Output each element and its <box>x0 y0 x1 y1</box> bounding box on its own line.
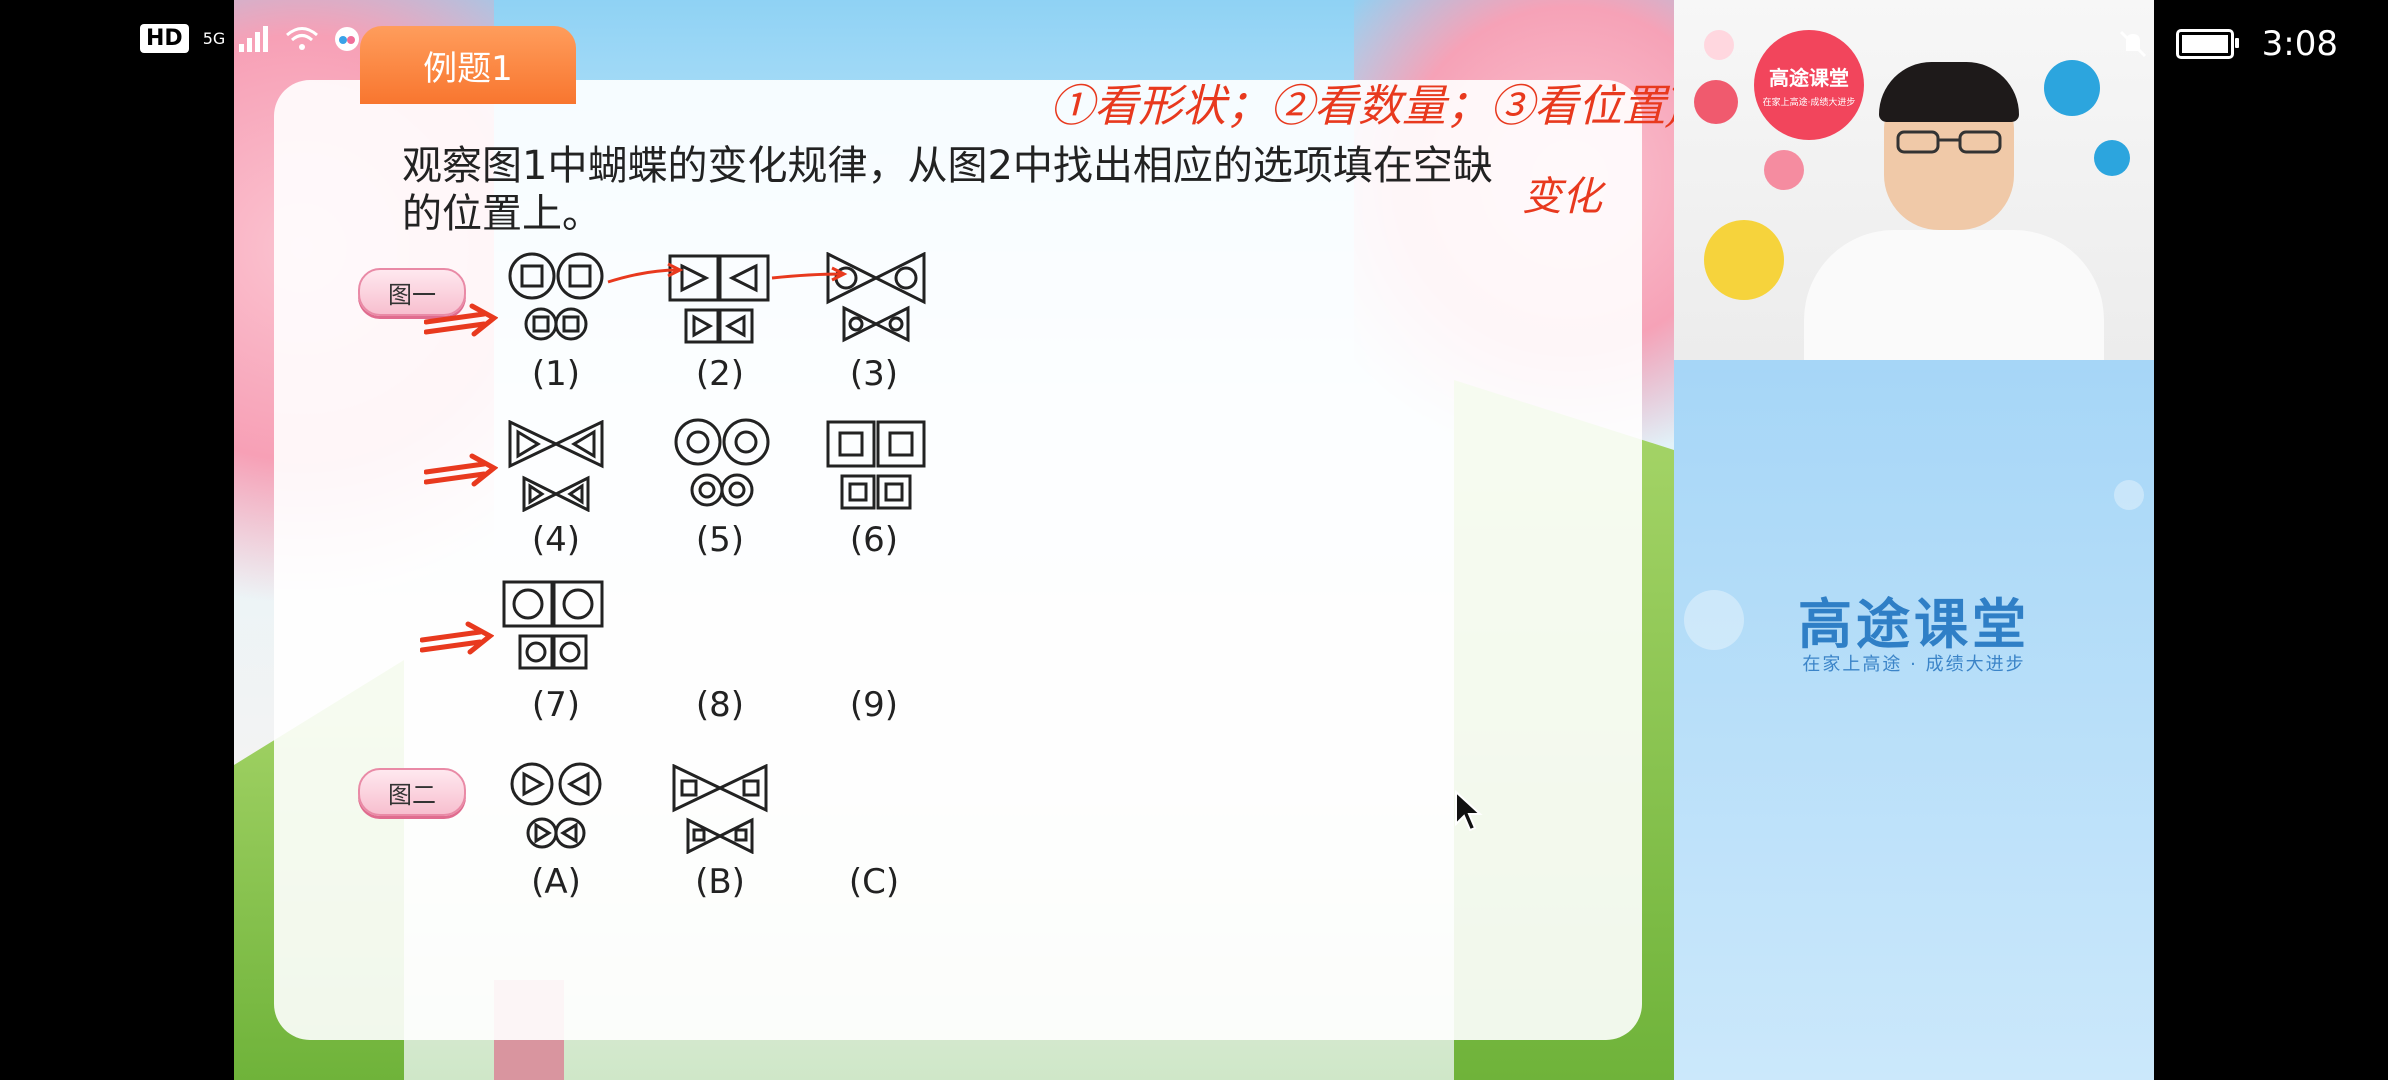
decor-bubble <box>2114 480 2144 510</box>
grid-label-9: (9) <box>849 685 899 725</box>
annotation-arrow-1-to-2 <box>607 262 684 284</box>
figure-7 <box>502 580 604 670</box>
signal-icon <box>239 25 269 52</box>
figure-1 <box>508 252 604 341</box>
wifi-icon <box>286 26 319 50</box>
grid-label-6: (6) <box>849 520 899 560</box>
annotation-arrow-3 <box>420 621 494 655</box>
figure2-label: 图二 <box>358 768 466 816</box>
figure-5 <box>674 418 770 507</box>
teacher-hair <box>1879 62 2019 122</box>
grid-label-4: (4) <box>531 520 581 560</box>
brand-panel: 高途课堂 在家上高途 · 成绩大进步 <box>1674 360 2154 1080</box>
grid-label-7: (7) <box>531 685 581 725</box>
option-label-c: (C) <box>848 862 900 902</box>
teacher-video[interactable]: 高途课堂 在家上高途·成绩大进步 <box>1674 0 2154 360</box>
annotation-arrow-2 <box>424 453 498 487</box>
network-type: 5G <box>202 28 226 48</box>
option-a-figure <box>510 762 602 849</box>
logo-text: 高途课堂 <box>1769 66 1849 90</box>
battery-icon <box>2175 29 2239 59</box>
decor-bubble <box>2094 140 2130 176</box>
grid-label-8: (8) <box>695 685 745 725</box>
annotation-arrow-2-to-3 <box>771 266 848 282</box>
app-notification-icon <box>335 26 360 51</box>
status-left: HD 5G <box>140 24 361 53</box>
lesson-slide: 例题1 观察图1中蝴蝶的变化规律，从图2中找出相应的选项填在空缺的位置上。 图一… <box>234 0 1674 1080</box>
decor-bubble <box>2044 60 2100 116</box>
pikachu-figure <box>1704 220 1784 300</box>
option-label-a: (A) <box>531 862 581 902</box>
decor-bubble <box>1704 30 1734 60</box>
brand-logo: 高途课堂 在家上高途·成绩大进步 <box>1754 30 1864 140</box>
clock: 3:08 <box>2261 24 2338 64</box>
grid-label-2: (2) <box>695 354 745 394</box>
grid-label-3: (3) <box>849 354 899 394</box>
logo-subtext: 在家上高途·成绩大进步 <box>1762 98 1856 108</box>
mouse-cursor-icon <box>1455 790 1483 832</box>
mute-icon <box>2119 30 2146 58</box>
glasses-icon <box>1896 130 2002 154</box>
grid-label-5: (5) <box>695 520 745 560</box>
hd-indicator: HD <box>140 24 189 53</box>
question-text: 观察图1中蝴蝶的变化规律，从图2中找出相应的选项填在空缺的位置上。 <box>402 143 1493 237</box>
decor-bubble <box>1764 150 1804 190</box>
handwritten-note: ①看形状；②看数量；③看位置) <box>1050 81 1674 132</box>
brand-subtitle: 在家上高途 · 成绩大进步 <box>1802 654 2026 675</box>
option-label-b: (B) <box>695 862 745 902</box>
grid-label-1: (1) <box>531 354 581 394</box>
teacher-body <box>1804 230 2104 360</box>
decor-bubble <box>1694 80 1738 124</box>
figure-6 <box>826 420 926 510</box>
status-right: 3:08 <box>2118 24 2338 64</box>
handwritten-note-2: 变化 <box>1522 174 1602 220</box>
annotation-arrow-1 <box>424 303 498 337</box>
question-card: 观察图1中蝴蝶的变化规律，从图2中找出相应的选项填在空缺的位置上。 图一 (1)… <box>274 80 1674 1040</box>
figure-4 <box>508 420 604 512</box>
example-tab: 例题1 <box>360 26 576 104</box>
option-b-figure <box>672 764 768 854</box>
brand-title: 高途课堂 <box>1798 593 2030 656</box>
